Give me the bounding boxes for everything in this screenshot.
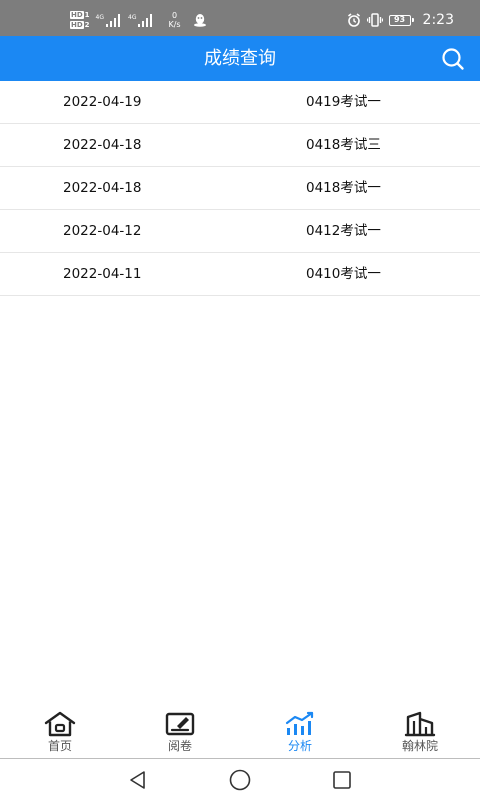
score-row[interactable]: 2022-04-19 0419考试一 (0, 81, 480, 124)
network-speed-unit: K/s (168, 20, 181, 29)
exam-date: 2022-04-19 (63, 94, 142, 110)
status-bar-left: HD 1 HD 2 4G 4G 0 K/s (70, 8, 207, 32)
marking-icon (165, 712, 195, 736)
nav-item-home[interactable]: 首页 (0, 710, 120, 758)
nav-icon-wrap (404, 710, 436, 738)
exam-date: 2022-04-11 (63, 266, 142, 282)
recent-apps-square-icon (333, 771, 351, 789)
score-list: 2022-04-19 0419考试一 2022-04-18 0418考试三 20… (0, 81, 480, 296)
signal-2: 4G (128, 13, 154, 27)
app-header: 成绩查询 (0, 36, 480, 81)
bottom-nav: 首页 阅卷 分析 翰林院 (0, 710, 480, 758)
alarm-clock-icon (347, 13, 360, 27)
page-title: 成绩查询 (204, 48, 276, 69)
hd-badge: HD (70, 21, 84, 29)
search-button[interactable] (440, 46, 466, 72)
sim-number: 2 (84, 21, 90, 29)
exam-date: 2022-04-18 (63, 137, 142, 153)
nav-icon-wrap (164, 710, 196, 738)
network-speed: 0 K/s (168, 11, 180, 29)
nav-icon-wrap (284, 710, 316, 738)
score-row[interactable]: 2022-04-18 0418考试三 (0, 124, 480, 167)
clock: 2:23 (422, 12, 454, 28)
battery-indicator: 93 (388, 14, 414, 26)
system-back-button[interactable] (126, 768, 150, 792)
vibrate-icon (366, 13, 383, 27)
home-icon (44, 711, 76, 737)
sim-indicators: HD 1 HD 2 (70, 11, 90, 29)
nav-label: 首页 (47, 739, 72, 753)
exam-date: 2022-04-12 (63, 223, 142, 239)
qq-penguin-icon (193, 14, 206, 27)
signal-strength-icon (106, 13, 121, 27)
network-type-label: 4G (128, 13, 137, 21)
home-circle-icon (229, 769, 251, 791)
building-icon (404, 711, 436, 737)
score-row[interactable]: 2022-04-11 0410考试一 (0, 253, 480, 296)
exam-name: 0410考试一 (306, 266, 381, 282)
status-bar-right: 93 2:23 (347, 8, 454, 32)
nav-icon-wrap (43, 710, 77, 738)
network-speed-value: 0 (171, 11, 178, 20)
nav-item-marking[interactable]: 阅卷 (120, 710, 240, 758)
analysis-chart-icon (285, 711, 314, 735)
sim2-indicator: HD 2 (70, 21, 90, 29)
signal-strength-icon (138, 13, 153, 27)
exam-name: 0418考试三 (306, 137, 381, 153)
exam-name: 0418考试一 (306, 180, 381, 196)
system-nav-bar (0, 758, 480, 800)
score-row[interactable]: 2022-04-18 0418考试一 (0, 167, 480, 210)
nav-label: 阅卷 (167, 739, 192, 753)
exam-date: 2022-04-18 (63, 180, 142, 196)
nav-label: 翰林院 (401, 739, 438, 753)
nav-item-analysis[interactable]: 分析 (240, 710, 360, 758)
system-recent-apps-button[interactable] (330, 768, 354, 792)
battery-level: 93 (393, 15, 406, 24)
sim1-indicator: HD 1 (70, 11, 90, 19)
search-icon (442, 48, 464, 70)
system-home-button[interactable] (228, 768, 252, 792)
signal-1: 4G (95, 13, 122, 27)
sim-number: 1 (84, 11, 90, 19)
nav-item-academy[interactable]: 翰林院 (360, 710, 480, 758)
back-triangle-icon (130, 771, 145, 789)
network-type-label: 4G (95, 13, 105, 21)
exam-name: 0412考试一 (306, 223, 381, 239)
status-bar: HD 1 HD 2 4G 4G 0 K/s 93 2:23 (0, 0, 480, 36)
exam-name: 0419考试一 (306, 94, 381, 110)
nav-label: 分析 (287, 739, 312, 753)
hd-badge: HD (70, 11, 84, 19)
score-row[interactable]: 2022-04-12 0412考试一 (0, 210, 480, 253)
